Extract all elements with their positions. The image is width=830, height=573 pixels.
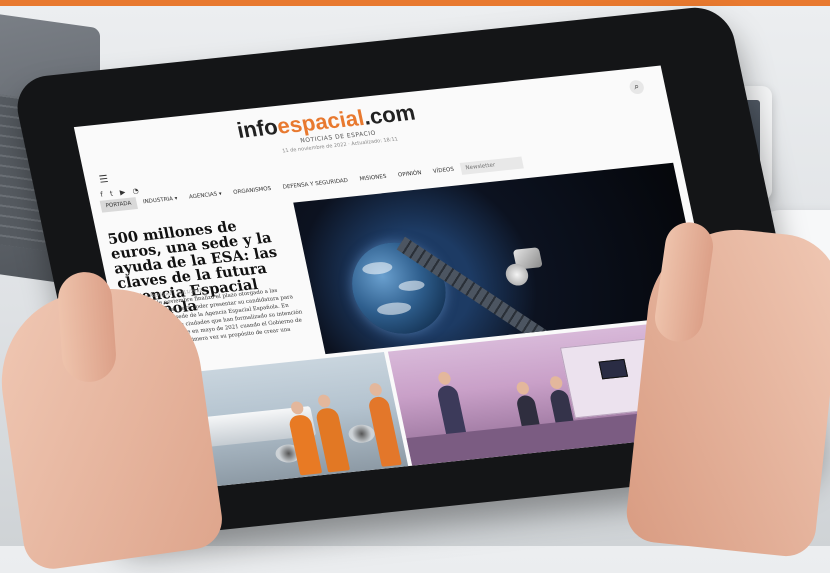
nav-item-organismos[interactable]: ORGANISMOS <box>227 182 277 199</box>
nav-item-misiones[interactable]: MISIONES <box>354 170 393 186</box>
nav-item-videos[interactable]: VÍDEOS <box>427 163 460 178</box>
nav-item-agencias[interactable]: AGENCIAS ▾ <box>183 188 228 204</box>
cloud-shape <box>361 260 394 276</box>
facebook-icon[interactable]: f <box>100 191 104 199</box>
nav-item-industria[interactable]: INDUSTRIA ▾ <box>137 192 184 208</box>
cloud-shape <box>397 279 426 293</box>
logo-dotcom: .com <box>361 99 418 130</box>
newsletter-input[interactable]: Newsletter <box>459 156 524 175</box>
cloud-shape <box>375 301 413 317</box>
top-accent-bar <box>0 0 830 6</box>
nav-item-defensa[interactable]: DEFENSA Y SEGURIDAD <box>277 174 355 194</box>
nav-item-portada[interactable]: PORTADA <box>99 197 138 213</box>
rss-icon[interactable]: ◔ <box>132 187 140 196</box>
earth-graphic <box>343 238 455 339</box>
youtube-icon[interactable]: ▶ <box>119 188 126 196</box>
stand-monitor <box>598 358 629 380</box>
aircraft-engine <box>346 423 377 444</box>
nav-item-opinion[interactable]: OPINIÓN <box>392 167 428 182</box>
left-thumb <box>56 270 118 384</box>
logo-info: info <box>234 114 280 143</box>
hamburger-menu-icon[interactable]: ☰ <box>98 174 109 186</box>
search-icon[interactable]: ⌕ <box>628 79 646 95</box>
twitter-icon[interactable]: t <box>109 190 113 198</box>
